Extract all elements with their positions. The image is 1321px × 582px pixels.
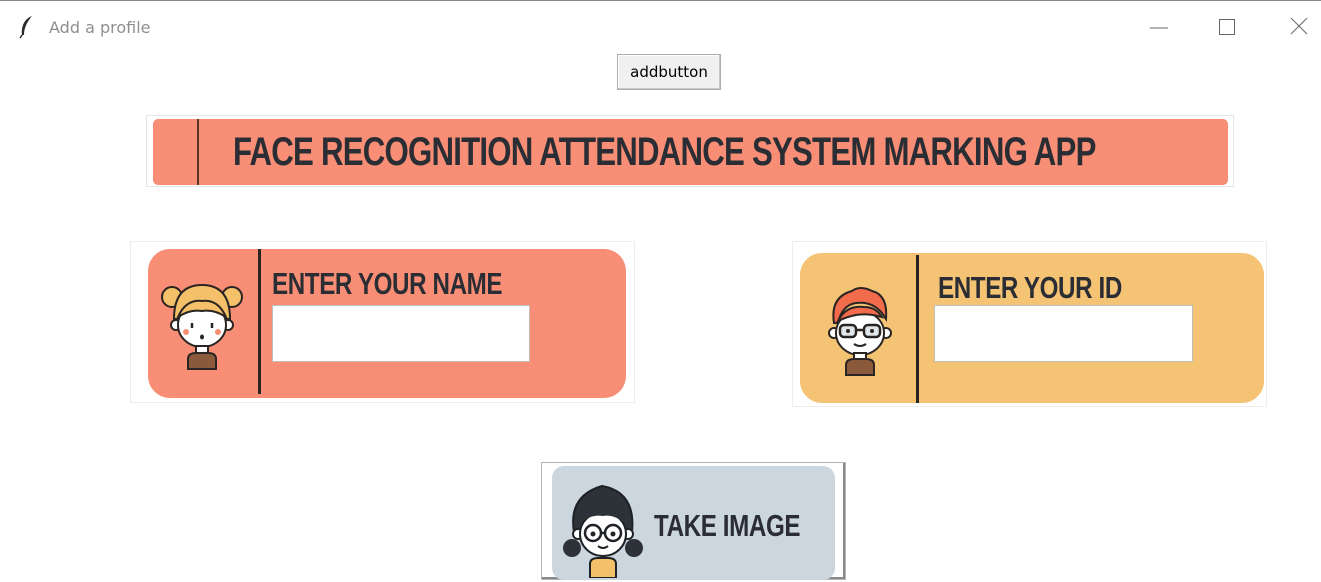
take-image-label: TAKE IMAGE [654,508,801,543]
id-input[interactable] [934,305,1193,362]
girl-glasses-avatar-icon [562,476,648,582]
name-label: ENTER YOUR NAME [272,266,503,301]
minimize-icon[interactable] [1146,13,1174,41]
title-bar: Add a profile [0,1,1321,53]
id-label: ENTER YOUR ID [938,270,1122,305]
app-banner: FACE RECOGNITION ATTENDANCE SYSTEM MARKI… [153,119,1228,185]
feather-icon [18,15,36,39]
take-image-button[interactable]: TAKE IMAGE [552,466,835,580]
close-icon[interactable] [1286,13,1314,41]
name-card: ENTER YOUR NAME [148,249,626,398]
name-card-divider [258,249,261,394]
id-card-divider [916,255,919,403]
window-title: Add a profile [49,18,151,37]
name-input[interactable] [272,305,530,362]
banner-title: FACE RECOGNITION ATTENDANCE SYSTEM MARKI… [233,130,1096,174]
id-card: ENTER YOUR ID [800,253,1264,403]
girl-avatar-icon [156,279,244,378]
maximize-icon[interactable] [1213,13,1241,41]
add-button[interactable]: addbutton [617,54,721,90]
banner-divider [197,119,199,185]
boy-glasses-avatar-icon [816,283,904,382]
